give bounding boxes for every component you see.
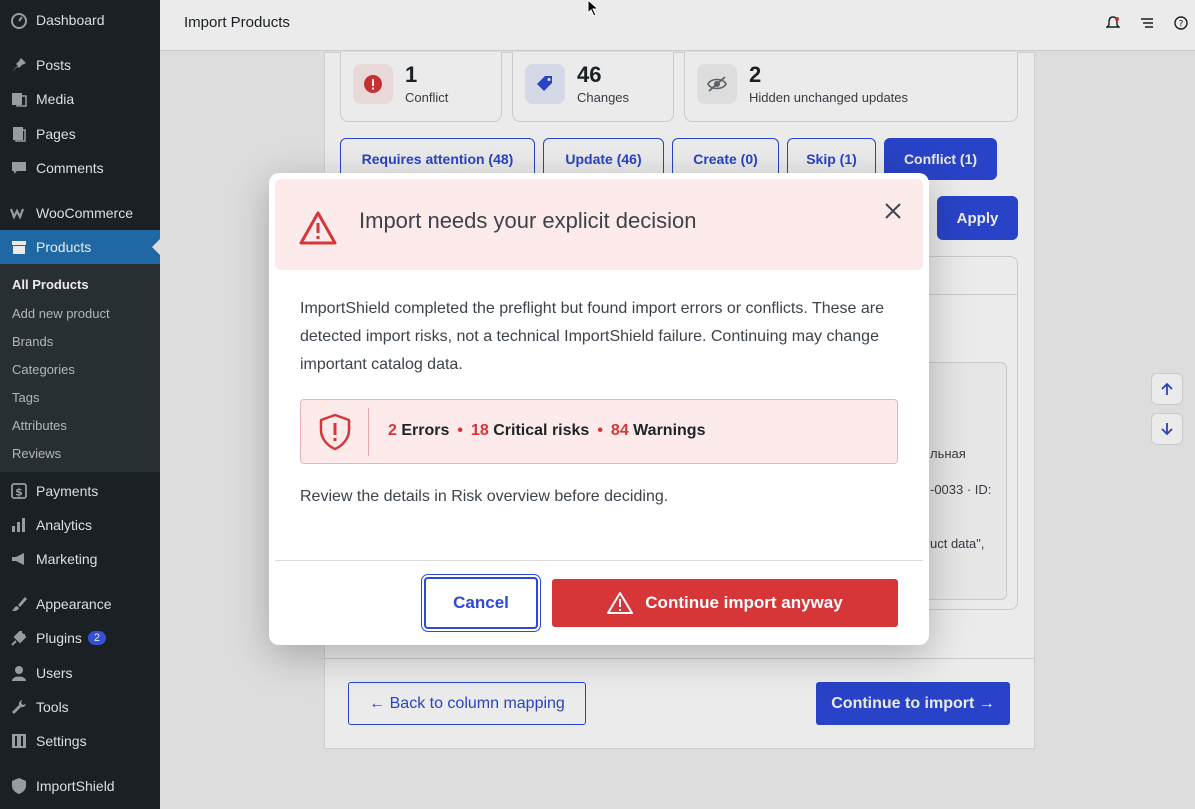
shield-alert-icon: [319, 413, 351, 451]
dialog-description: ImportShield completed the preflight but…: [300, 300, 884, 373]
risk-divider: [368, 408, 369, 456]
import-decision-dialog: Import needs your explicit decision Impo…: [269, 173, 929, 645]
warnings-count: 84: [610, 422, 629, 439]
critical-risks-count: 18: [471, 422, 489, 439]
continue-import-anyway-button[interactable]: Continue import anyway: [552, 579, 898, 627]
warning-icon: [299, 211, 337, 245]
cancel-button[interactable]: Cancel: [421, 574, 541, 632]
errors-label: Errors: [401, 422, 450, 439]
risk-summary: 2 Errors • 18 Critical risks • 84 Warnings: [300, 399, 898, 464]
warning-icon: [607, 592, 634, 614]
mouse-cursor-icon: [587, 0, 599, 16]
dialog-title: Import needs your explicit decision: [359, 208, 697, 233]
continue-import-anyway-label: Continue import anyway: [645, 593, 843, 612]
close-icon: [885, 203, 901, 219]
close-dialog-button[interactable]: [881, 199, 905, 223]
risk-counts: 2 Errors • 18 Critical risks • 84 Warnings: [388, 422, 706, 439]
critical-risks-label: Critical risks: [493, 422, 590, 439]
warnings-label: Warnings: [633, 422, 706, 439]
dialog-header: Import needs your explicit decision: [275, 179, 923, 270]
errors-count: 2: [388, 422, 397, 439]
review-hint: Review the details in Risk overview befo…: [300, 488, 669, 505]
dialog-footer-divider: [275, 560, 923, 561]
